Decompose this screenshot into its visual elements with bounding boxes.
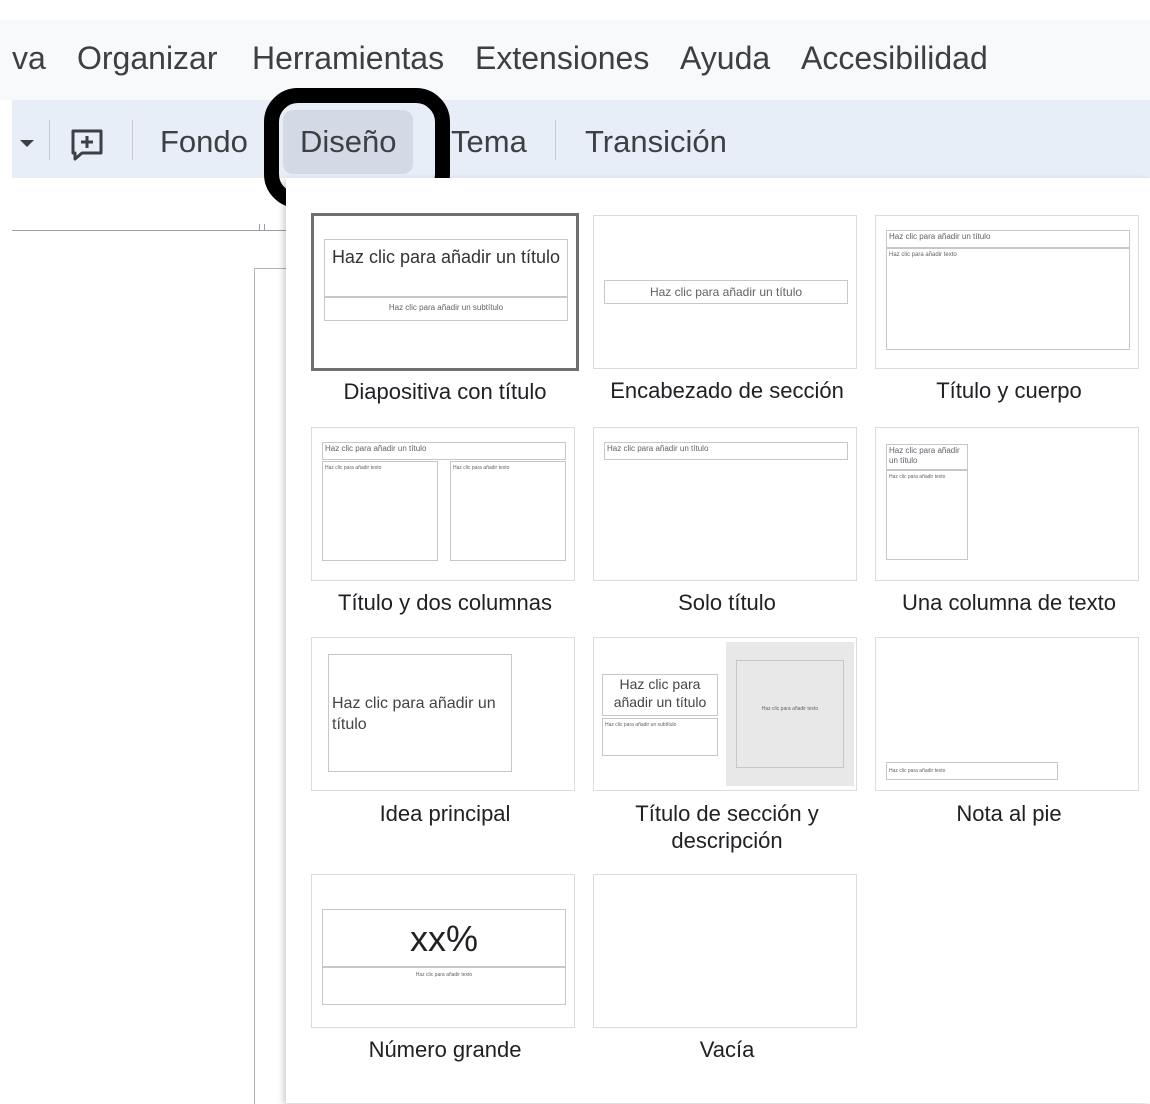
layout-label-line2: descripción [671, 828, 783, 853]
layout-title-two-columns[interactable]: Haz clic para añadir un título Haz clic … [311, 427, 575, 581]
title-placeholder: Haz clic para añadir un título [328, 654, 512, 772]
body-placeholder: Haz clic para añadir texto [886, 762, 1058, 780]
layout-title-slide[interactable]: Haz clic para añadir un título Haz clic … [311, 213, 579, 371]
layout-label: Idea principal [379, 801, 511, 826]
title-placeholder: Haz clic para añadir un título [886, 444, 968, 470]
layout-title-body[interactable]: Haz clic para añadir un título Haz clic … [875, 215, 1139, 369]
column-2-placeholder: Haz clic para añadir texto [450, 461, 566, 561]
transicion-button[interactable]: Transición [585, 124, 727, 160]
toolbar-separator [132, 120, 133, 160]
big-number-placeholder: xx% [322, 909, 566, 967]
layout-caption[interactable]: Haz clic para añadir texto [875, 637, 1139, 791]
fondo-button[interactable]: Fondo [160, 124, 248, 160]
layout-label: Título y cuerpo [936, 378, 1082, 403]
ruler-tick [264, 224, 265, 231]
column-1-placeholder: Haz clic para añadir texto [322, 461, 438, 561]
toolbar: Fondo Tema Transición [12, 100, 1150, 178]
title-placeholder: Haz clic para añadir un título [604, 442, 848, 460]
subtitle-placeholder: Haz clic para añadir un subtítulo [602, 718, 718, 756]
title-placeholder: Haz clic para añadir un título [602, 674, 718, 716]
title-placeholder: Haz clic para añadir un título [324, 239, 568, 297]
body-placeholder: Haz clic para añadir texto [886, 470, 968, 560]
layout-big-number[interactable]: xx% Haz clic para añadir texto [311, 874, 575, 1028]
title-placeholder: Haz clic para añadir un título [322, 442, 566, 460]
menu-item-extensiones[interactable]: Extensiones [475, 40, 649, 77]
menu-bar: va Organizar Herramientas Extensiones Ay… [0, 20, 1150, 100]
tema-button[interactable]: Tema [451, 124, 527, 160]
layout-label: Título y dos columnas [338, 590, 552, 615]
layout-section-title-description[interactable]: Haz clic para añadir un título Haz clic … [593, 637, 857, 791]
slide-canvas[interactable] [254, 268, 287, 1104]
body-placeholder: Haz clic para añadir texto [886, 248, 1130, 350]
ruler-tick [259, 224, 260, 231]
layout-label: Diapositiva con título [343, 379, 547, 404]
title-placeholder: Haz clic para añadir un título [604, 280, 848, 304]
add-comment-icon[interactable] [70, 129, 104, 161]
body-placeholder: Haz clic para añadir texto [322, 967, 566, 1005]
disenio-button-label: Diseño [300, 124, 397, 159]
layout-title-only[interactable]: Haz clic para añadir un título [593, 427, 857, 581]
toolbar-separator [555, 120, 556, 160]
layout-label-line1: Título de sección y [635, 801, 819, 826]
layout-one-column-text[interactable]: Haz clic para añadir un título Haz clic … [875, 427, 1139, 581]
ruler [12, 230, 286, 231]
layout-label: Encabezado de sección [610, 378, 844, 403]
layout-label: Vacía [699, 1037, 755, 1062]
layout-picker-panel: Haz clic para añadir un título Haz clic … [286, 178, 1150, 1103]
layout-section-header[interactable]: Haz clic para añadir un título [593, 215, 857, 369]
layout-main-point[interactable]: Haz clic para añadir un título [311, 637, 575, 791]
title-placeholder: Haz clic para añadir un título [886, 230, 1130, 248]
menu-item-ayuda[interactable]: Ayuda [680, 40, 770, 77]
menu-item-accesibilidad[interactable]: Accesibilidad [801, 40, 988, 77]
layout-label: Nota al pie [956, 801, 1062, 826]
menu-item-partial[interactable]: va [12, 40, 46, 77]
menu-item-herramientas[interactable]: Herramientas [252, 40, 444, 77]
layout-label: Solo título [678, 590, 776, 615]
dropdown-caret-icon[interactable] [20, 140, 34, 147]
body-placeholder: Haz clic para añadir texto [736, 660, 844, 768]
layout-label: Número grande [368, 1037, 522, 1062]
toolbar-separator [49, 120, 50, 160]
subtitle-placeholder: Haz clic para añadir un subtítulo [324, 297, 568, 321]
menu-item-organizar[interactable]: Organizar [77, 40, 218, 77]
layout-blank[interactable] [593, 874, 857, 1028]
layout-label: Una columna de texto [901, 590, 1117, 615]
window-edge [0, 0, 12, 1103]
